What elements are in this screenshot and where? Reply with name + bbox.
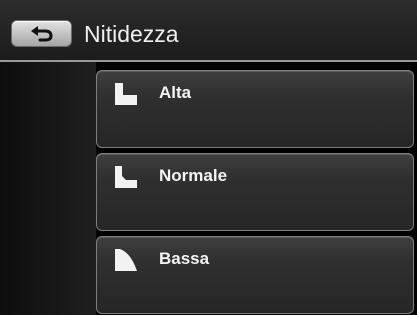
sharpness-normal-icon (115, 166, 137, 188)
back-button[interactable] (12, 21, 71, 46)
page-title: Nitidezza (84, 21, 179, 47)
header-bar: Nitidezza (0, 0, 417, 62)
camera-menu-screen: Nitidezza Alta Normale Bassa (0, 0, 417, 315)
option-label: Normale (159, 166, 228, 185)
option-label: Bassa (159, 249, 210, 268)
option-label: Alta (159, 83, 192, 102)
left-panel (0, 62, 96, 315)
option-bassa[interactable]: Bassa (96, 236, 414, 314)
option-alta[interactable]: Alta (96, 70, 414, 148)
sharpness-high-icon (115, 83, 137, 105)
option-normale[interactable]: Normale (96, 153, 414, 231)
sharpness-low-icon (115, 249, 137, 271)
back-arrow-icon (31, 26, 53, 42)
